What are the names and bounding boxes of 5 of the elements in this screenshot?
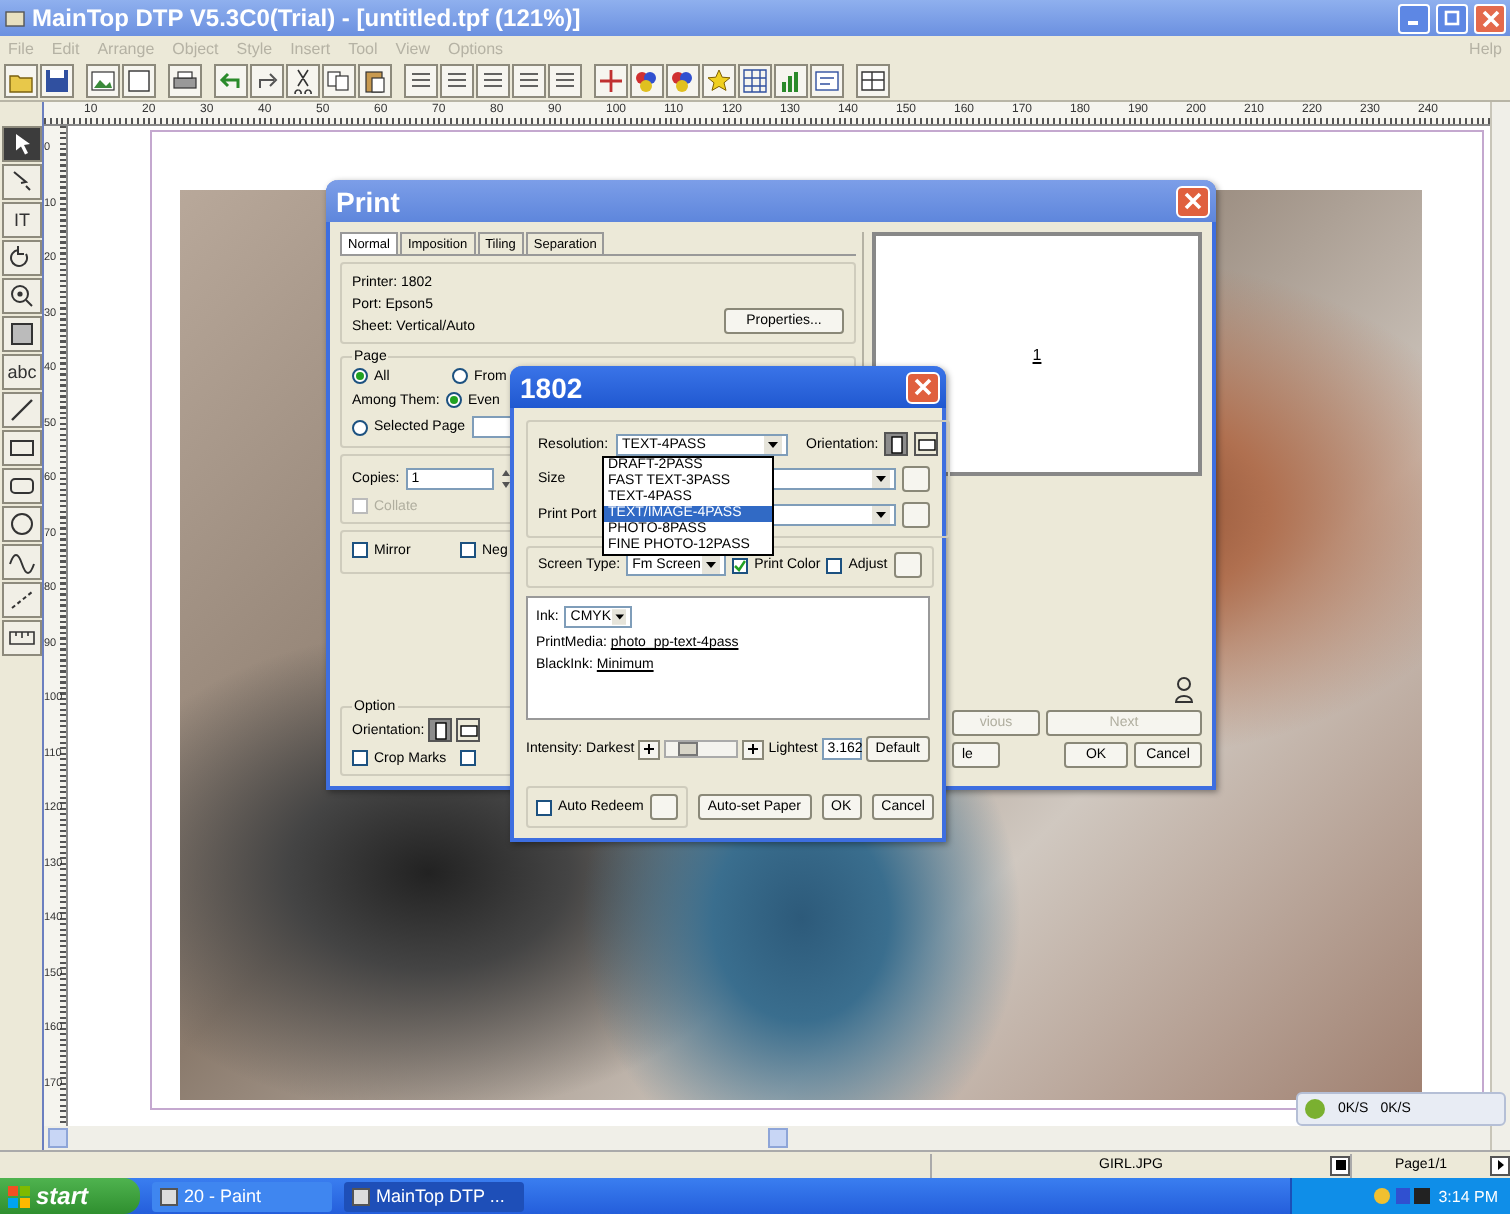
- page-number: 1: [1032, 345, 1042, 363]
- dialog-title: Print: [336, 185, 400, 217]
- window-title: MainTop DTP V5.3C0(Trial) - [untitled.tpf (121%)]: [32, 4, 583, 32]
- clock: 3:14 PM: [1438, 1187, 1498, 1205]
- dialog-title: 1802: [520, 371, 583, 403]
